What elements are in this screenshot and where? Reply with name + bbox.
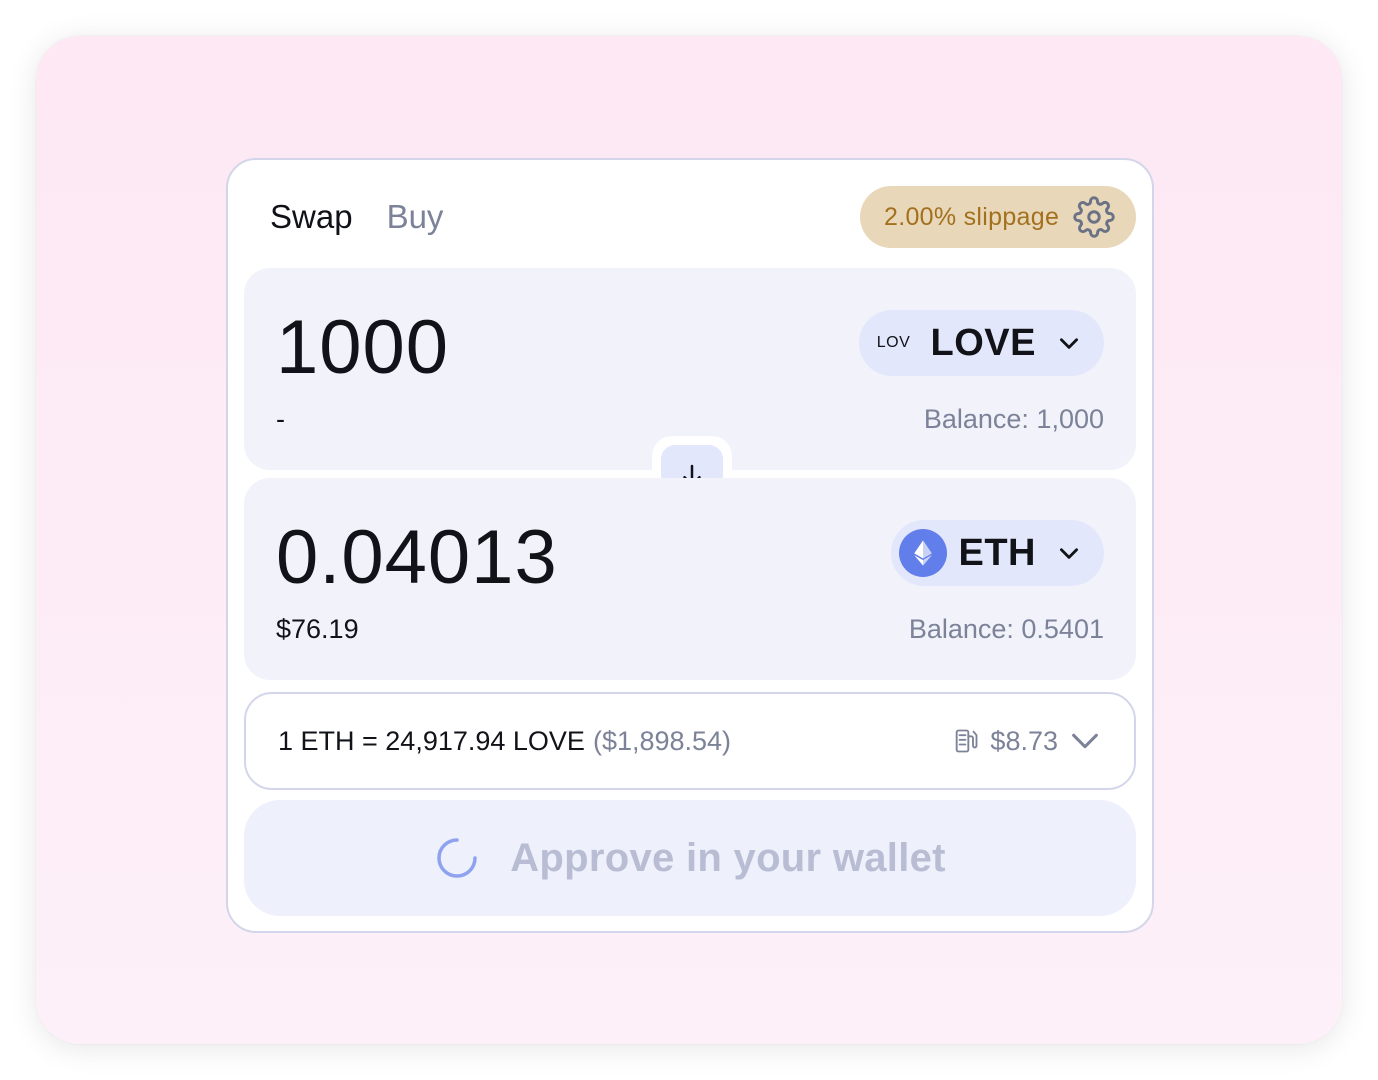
swap-tabs: Swap Buy [270, 198, 443, 236]
tab-swap[interactable]: Swap [270, 198, 353, 236]
output-token-selector[interactable]: ETH [890, 520, 1104, 586]
input-amount[interactable]: 1000 [276, 304, 449, 391]
gas-fee-value: $8.73 [990, 725, 1058, 756]
output-token-symbol: ETH [958, 531, 1036, 574]
gear-icon [1073, 196, 1115, 238]
chevron-down-icon[interactable] [1068, 724, 1102, 758]
chevron-down-icon [1060, 548, 1078, 559]
input-token-symbol: LOVE [930, 321, 1036, 364]
tab-buy[interactable]: Buy [387, 198, 444, 236]
swap-widget: Swap Buy 2.00% slippage 1000 LOV LOVE - … [226, 158, 1154, 933]
lov-token-badge: LOV [876, 334, 911, 351]
input-usd-value: - [276, 404, 285, 434]
input-token-selector[interactable]: LOV LOVE [858, 310, 1104, 376]
output-usd-value: $76.19 [276, 614, 359, 644]
gas-pump-icon [956, 729, 978, 753]
exchange-rate: 1 ETH = 24,917.94 LOVE [278, 725, 585, 756]
output-balance: Balance: 0.5401 [908, 614, 1104, 644]
exchange-rate-usd: ($1,898.54) [592, 725, 732, 756]
output-amount[interactable]: 0.04013 [276, 514, 558, 601]
approve-label: Approve in your wallet [510, 835, 946, 880]
eth-logo-icon [898, 529, 947, 577]
output-panel: 0.04013 ETH $76.19 Balance: 0.5401 [244, 478, 1136, 680]
slippage-label: 2.00% slippage [884, 202, 1060, 231]
rate-details-row[interactable]: 1 ETH = 24,917.94 LOVE ($1,898.54) $8.73 [244, 692, 1136, 790]
approve-button[interactable]: Approve in your wallet [244, 800, 1136, 916]
slippage-settings-button[interactable]: 2.00% slippage [860, 186, 1136, 248]
spinner-icon [437, 838, 477, 878]
gas-fee: $8.73 [952, 724, 1102, 758]
app-background: Swap Buy 2.00% slippage 1000 LOV LOVE - … [36, 36, 1342, 1044]
input-balance: Balance: 1,000 [923, 404, 1104, 434]
chevron-down-icon [1060, 338, 1078, 349]
